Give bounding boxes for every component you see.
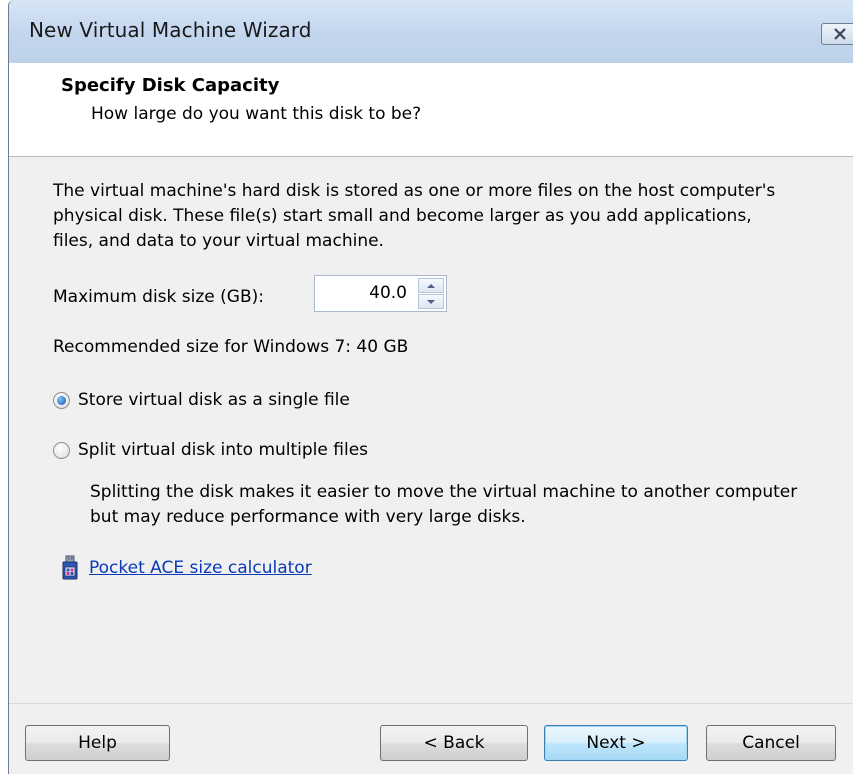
close-button[interactable] <box>821 23 853 45</box>
wizard-window: New Virtual Machine Wizard Specify Disk … <box>0 0 853 774</box>
disk-size-stepper[interactable]: 40.0 <box>314 275 447 312</box>
disk-size-input[interactable]: 40.0 <box>315 276 415 311</box>
decrement-button[interactable] <box>418 294 444 309</box>
pocket-ace-calculator-link[interactable]: Pocket ACE size calculator <box>89 558 312 578</box>
help-button[interactable]: Help <box>25 725 170 761</box>
arrow-down-icon <box>427 299 435 304</box>
close-icon <box>834 28 846 40</box>
arrow-up-icon <box>427 283 435 288</box>
usb-drive-icon <box>62 555 78 580</box>
disk-description: The virtual machine's hard disk is store… <box>53 181 776 251</box>
increment-button[interactable] <box>418 278 444 293</box>
split-files-radio[interactable] <box>53 441 70 459</box>
cancel-button[interactable]: Cancel <box>706 725 836 761</box>
page-subtitle: How large do you want this disk to be? <box>91 104 422 124</box>
footer-divider <box>9 703 853 704</box>
window-title: New Virtual Machine Wizard <box>29 18 312 42</box>
content-area: The virtual machine's hard disk is store… <box>9 157 853 774</box>
calculator-link-row[interactable]: Pocket ACE size calculator <box>59 555 312 581</box>
page-title: Specify Disk Capacity <box>61 75 280 96</box>
back-button[interactable]: < Back <box>380 725 528 761</box>
disk-size-label: Maximum disk size (GB): <box>53 287 264 307</box>
single-file-radio[interactable] <box>53 391 70 409</box>
recommended-size-text: Recommended size for Windows 7: 40 GB <box>53 337 409 357</box>
title-bar[interactable]: New Virtual Machine Wizard <box>9 0 853 63</box>
single-file-label[interactable]: Store virtual disk as a single file <box>78 390 350 410</box>
split-files-option[interactable]: Split virtual disk into multiple files <box>53 440 368 460</box>
header-panel: Specify Disk Capacity How large do you w… <box>9 63 853 157</box>
split-files-label[interactable]: Split virtual disk into multiple files <box>78 440 368 460</box>
single-file-option[interactable]: Store virtual disk as a single file <box>53 390 350 410</box>
split-description: Splitting the disk makes it easier to mo… <box>90 482 798 527</box>
next-button[interactable]: Next > <box>544 725 688 761</box>
